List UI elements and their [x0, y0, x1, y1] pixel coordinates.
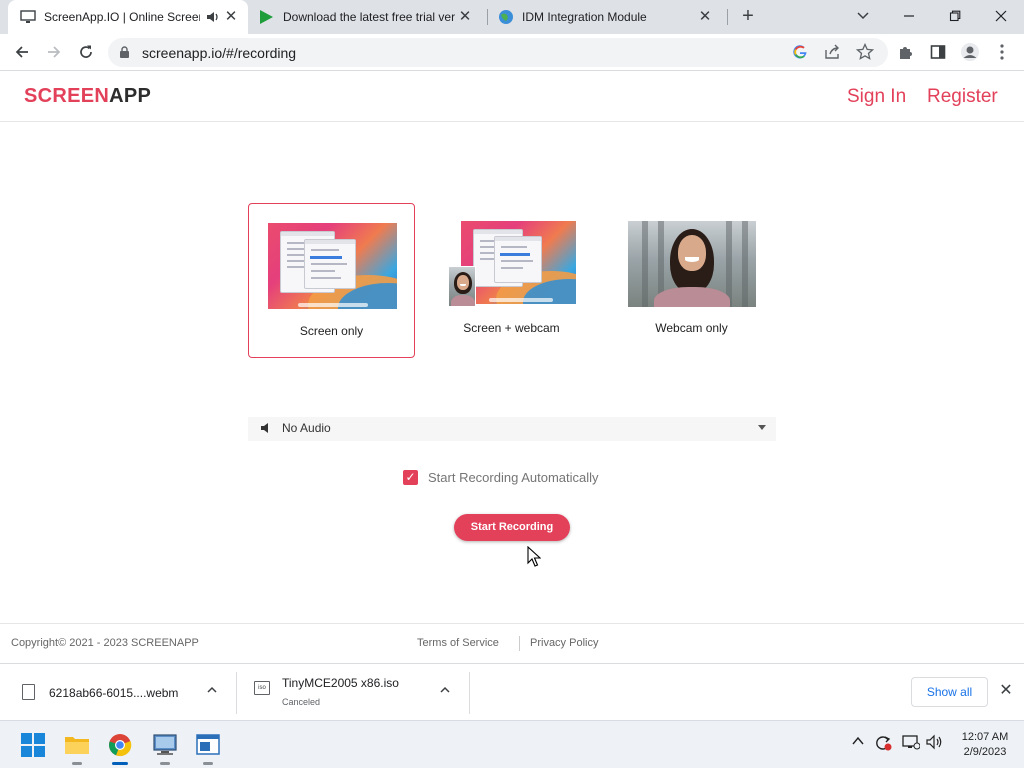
download-item[interactable]: iso TinyMCE2005 x86.iso Canceled	[237, 664, 469, 721]
register-link[interactable]: Register	[927, 86, 998, 108]
clock-time: 12:07 AM	[961, 731, 1009, 743]
site-header: SCREENAPP Sign In Register	[0, 72, 1024, 122]
profile-avatar-icon[interactable]	[958, 39, 982, 65]
download-item[interactable]: 6218ab66-6015....webm	[0, 664, 236, 721]
close-tab-icon[interactable]: ✕	[456, 8, 474, 26]
url-text: screenapp.io/#/recording	[142, 45, 297, 61]
mouse-cursor-icon	[527, 546, 541, 567]
tab-screenapp[interactable]: ScreenApp.IO | Online Screen Recorder ✕	[8, 0, 248, 34]
taskbar-indicator-active	[112, 762, 128, 765]
download-filename: 6218ab66-6015....webm	[49, 686, 179, 700]
webcam-preview-image	[628, 221, 756, 307]
monitor-icon	[20, 10, 36, 23]
mode-card-screen-only[interactable]: Screen only	[248, 203, 415, 358]
screenapp-logo[interactable]: SCREENAPP	[24, 85, 151, 108]
lock-icon[interactable]	[119, 46, 130, 59]
file-icon	[22, 684, 35, 700]
back-arrow-icon[interactable]	[9, 39, 35, 65]
privacy-link[interactable]: Privacy Policy	[530, 637, 598, 649]
browser-toolbar: screenapp.io/#/recording	[0, 34, 1024, 71]
play-icon	[260, 10, 273, 24]
chrome-icon[interactable]	[104, 729, 136, 765]
tab-divider	[727, 9, 728, 25]
auto-start-label: Start Recording Automatically	[428, 470, 599, 485]
windows-start-icon[interactable]	[17, 729, 49, 761]
copyright-text: Copyright© 2021 - 2023 SCREENAPP	[11, 637, 199, 649]
sign-in-link[interactable]: Sign In	[847, 86, 906, 108]
new-tab-button[interactable]: +	[736, 6, 760, 28]
chevron-up-icon[interactable]	[439, 684, 451, 699]
mode-label: Screen only	[299, 324, 364, 338]
reload-icon[interactable]	[73, 39, 99, 65]
tab-title: Download the latest free trial version	[283, 10, 455, 24]
close-window-icon[interactable]	[978, 0, 1024, 32]
download-status: Canceled	[282, 697, 321, 707]
app-window-icon[interactable]	[192, 729, 224, 765]
taskbar-indicator	[160, 762, 170, 765]
restore-window-icon[interactable]	[932, 0, 978, 32]
webcam-thumbnail-image	[448, 266, 476, 307]
download-filename: TinyMCE2005 x86.iso	[282, 676, 399, 690]
mode-card-screen-webcam[interactable]: Screen + webcam	[428, 203, 595, 358]
mode-card-webcam-only[interactable]: Webcam only	[608, 203, 775, 358]
mode-label: Webcam only	[655, 321, 728, 335]
file-explorer-icon[interactable]	[61, 729, 93, 765]
google-icon[interactable]	[792, 44, 808, 60]
close-download-shelf-icon[interactable]: ✕	[996, 680, 1016, 702]
tab-download-trial[interactable]: Download the latest free trial version ✕	[248, 0, 488, 34]
tab-title: ScreenApp.IO | Online Screen Recorder	[44, 10, 200, 24]
bookmark-star-icon[interactable]	[855, 42, 875, 61]
show-all-downloads-button[interactable]: Show all	[911, 677, 988, 707]
remote-desktop-icon[interactable]	[149, 729, 181, 765]
terms-link[interactable]: Terms of Service	[417, 637, 499, 649]
sync-alert-icon[interactable]	[874, 734, 892, 755]
tab-title: IDM Integration Module	[522, 10, 647, 24]
tray-overflow-chevron-icon[interactable]	[851, 734, 865, 750]
extensions-puzzle-icon[interactable]	[894, 39, 918, 65]
mode-label: Screen + webcam	[463, 321, 560, 335]
disc-image-file-icon: iso	[254, 681, 270, 695]
taskbar-indicator	[72, 762, 82, 765]
logo-text-app: APP	[109, 85, 152, 107]
windows-taskbar: 12:07 AM 2/9/2023	[0, 720, 1024, 768]
network-display-icon[interactable]	[902, 734, 921, 753]
forward-arrow-icon[interactable]	[41, 39, 67, 65]
close-tab-icon[interactable]: ✕	[222, 8, 240, 26]
logo-text-screen: SCREEN	[24, 85, 110, 107]
speaker-icon	[260, 420, 271, 437]
download-shelf: 6218ab66-6015....webm iso TinyMCE2005 x8…	[0, 663, 1024, 720]
volume-icon[interactable]	[926, 734, 944, 753]
screen-preview-image	[461, 221, 576, 304]
close-tab-icon[interactable]: ✕	[696, 8, 714, 26]
address-bar[interactable]: screenapp.io/#/recording	[108, 38, 888, 67]
start-recording-button[interactable]: Start Recording	[454, 514, 570, 541]
taskbar-indicator	[203, 762, 213, 765]
minimize-window-icon[interactable]	[886, 0, 932, 32]
side-panel-icon[interactable]	[926, 39, 950, 65]
audio-selected-value: No Audio	[282, 421, 331, 435]
footer-divider	[519, 636, 520, 651]
chevron-up-icon[interactable]	[206, 684, 218, 699]
checkbox-checked-icon[interactable]: ✓	[403, 470, 418, 485]
menu-kebab-icon[interactable]	[990, 39, 1014, 65]
clock-date: 2/9/2023	[963, 746, 1007, 758]
audio-source-select[interactable]: No Audio	[248, 417, 776, 441]
share-icon[interactable]	[824, 44, 842, 60]
dropdown-caret-icon	[758, 425, 766, 430]
globe-icon	[499, 10, 513, 24]
screen-preview-image	[268, 223, 397, 309]
browser-tab-strip: ScreenApp.IO | Online Screen Recorder ✕ …	[0, 0, 1024, 34]
tab-search-chevron-icon[interactable]	[840, 0, 886, 32]
speaker-icon[interactable]	[206, 10, 220, 24]
site-footer: Copyright© 2021 - 2023 SCREENAPP Terms o…	[0, 623, 1024, 663]
tab-idm[interactable]: IDM Integration Module ✕	[488, 0, 728, 34]
download-divider	[469, 672, 470, 714]
system-clock[interactable]: 12:07 AM 2/9/2023	[950, 730, 1020, 760]
